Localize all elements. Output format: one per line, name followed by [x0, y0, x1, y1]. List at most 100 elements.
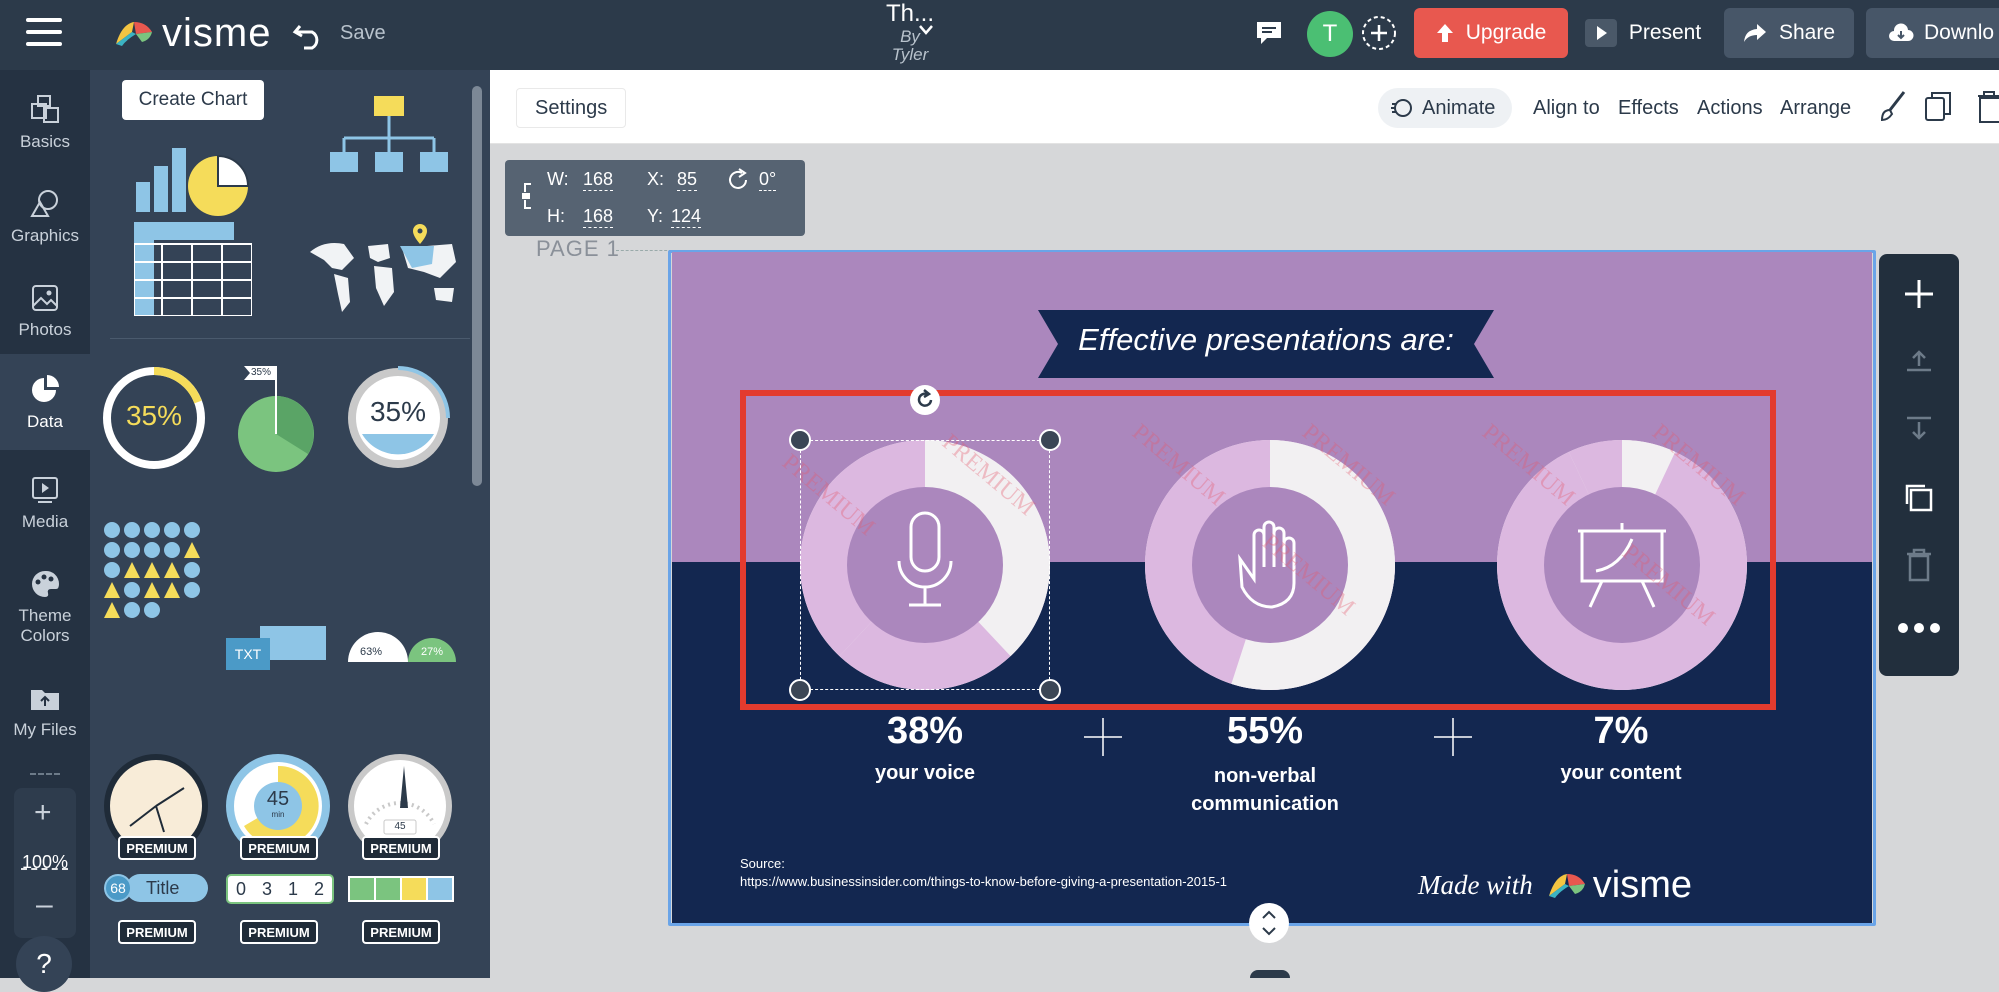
progress-cells-widget[interactable] [348, 876, 454, 902]
table-widget[interactable] [134, 222, 252, 316]
rotate-icon [729, 168, 747, 189]
download-label: Downlo [1924, 21, 1995, 44]
copy-icon[interactable] [1924, 90, 1954, 124]
digit: 2 [313, 878, 324, 899]
undo-icon[interactable] [292, 16, 326, 50]
actions-button[interactable]: Actions [1697, 88, 1763, 128]
menu-icon[interactable] [26, 18, 62, 48]
pictogram-widget[interactable] [104, 522, 208, 630]
visme-logo[interactable]: visme [112, 10, 271, 56]
stat-label-content[interactable]: your content [1496, 762, 1746, 785]
rail-item-graphics[interactable]: Graphics [0, 174, 90, 264]
counter-title-widget[interactable]: Title 68 [104, 874, 210, 902]
data-widgets-panel: Create Chart 35% 35% 35% TXT 63% 27% 45 … [90, 70, 490, 978]
present-label: Present [1628, 21, 1702, 44]
add-slide-icon[interactable] [1901, 276, 1937, 312]
stat-value-voice[interactable]: 38% [800, 710, 1050, 753]
rail-item-data[interactable]: Data [0, 354, 90, 450]
org-chart-widget[interactable] [326, 92, 450, 212]
radial-progress-widget[interactable]: 35% [100, 364, 208, 472]
resize-handle[interactable] [789, 679, 811, 701]
avatar[interactable]: T [1307, 11, 1353, 57]
source-label[interactable]: Source: [740, 856, 785, 871]
panel-scrollbar[interactable] [472, 86, 482, 486]
add-collaborator-icon[interactable] [1360, 14, 1398, 52]
effects-button[interactable]: Effects [1618, 88, 1679, 128]
move-up-icon[interactable] [1903, 348, 1935, 376]
zoom-out-button[interactable]: – [36, 888, 53, 922]
digit-counter-widget[interactable]: 0 3 1 2 [226, 874, 334, 904]
rotate-handle-icon[interactable] [909, 384, 941, 416]
trash-icon[interactable] [1976, 90, 1999, 124]
download-button[interactable]: Downlo [1866, 8, 1999, 58]
slide-resize-icon[interactable] [1248, 902, 1290, 944]
share-icon [1743, 24, 1766, 42]
slide[interactable]: Effective presentations are: PREMIUM PRE… [672, 252, 1872, 923]
semi-circle-widget[interactable]: 63% 27% [346, 630, 458, 664]
top-bar: visme Save Th... By Tyler T Upgrade Pres… [0, 0, 1999, 70]
rail-label-data: Data [27, 412, 63, 431]
align-to-button[interactable]: Align to [1533, 88, 1600, 128]
zoom-level[interactable]: 100% [14, 852, 76, 873]
present-button[interactable]: Present [1580, 8, 1706, 58]
rail-item-media[interactable]: Media [0, 460, 90, 550]
stat-label-nonverbal[interactable]: non-verbal communication [1180, 762, 1350, 818]
premium-badge: PREMIUM [240, 920, 318, 944]
graphics-icon [30, 190, 58, 217]
next-page-indicator[interactable] [1250, 970, 1290, 978]
x-input[interactable]: 85 [677, 169, 698, 191]
made-with-text: Made with [1418, 869, 1533, 900]
zoom-in-button[interactable]: + [34, 796, 52, 830]
y-input[interactable]: 124 [671, 206, 702, 228]
delete-slide-icon[interactable] [1905, 548, 1933, 582]
document-title[interactable]: Th... By Tyler [860, 0, 960, 64]
visme-logo-icon [1548, 874, 1585, 898]
plus-icon [1084, 718, 1122, 756]
settings-button[interactable]: Settings [516, 88, 627, 128]
help-button[interactable]: ? [16, 936, 72, 992]
text-callout-widget[interactable]: TXT [226, 626, 334, 670]
doc-title-text: Th... [885, 0, 934, 27]
rail-item-basics[interactable]: Basics [0, 80, 90, 170]
rail-item-photos[interactable]: Photos [0, 268, 90, 358]
comment-icon[interactable] [1255, 20, 1283, 46]
rail-item-my-files[interactable]: My Files [0, 668, 90, 758]
arrange-button[interactable]: Arrange [1780, 88, 1851, 128]
made-with-visme[interactable]: Made with visme [1418, 860, 1772, 910]
stat-value-content[interactable]: 7% [1496, 710, 1746, 753]
animate-button[interactable]: Animate [1378, 88, 1512, 128]
stat-label-voice[interactable]: your voice [800, 762, 1050, 785]
width-input[interactable]: 168 [583, 169, 614, 191]
lock-ratio-icon[interactable] [521, 182, 537, 210]
premium-badge: PREMIUM [362, 920, 440, 944]
move-down-icon[interactable] [1903, 414, 1935, 442]
zoom-control: + 100% – [14, 788, 76, 938]
resize-handle[interactable] [1039, 429, 1061, 451]
source-url[interactable]: https://www.businessinsider.com/things-t… [740, 874, 1227, 889]
world-map-widget[interactable] [304, 222, 464, 320]
chevron-down-icon[interactable] [918, 24, 934, 36]
height-input[interactable]: 168 [583, 206, 614, 228]
flag-pie-widget[interactable]: 35% [232, 362, 316, 474]
premium-badge: PREMIUM [118, 920, 196, 944]
rail-item-theme-colors[interactable]: Theme Colors [0, 554, 90, 664]
save-button[interactable]: Save [340, 22, 386, 45]
upgrade-button[interactable]: Upgrade [1414, 8, 1568, 58]
share-button[interactable]: Share [1724, 8, 1854, 58]
play-icon [1584, 19, 1617, 47]
fill-circle-value: 35% [369, 396, 427, 427]
resize-handle[interactable] [789, 429, 811, 451]
callout-text: TXT [226, 638, 270, 670]
brush-icon[interactable] [1876, 90, 1908, 126]
slide-toolbar [1879, 254, 1959, 676]
rotation-input[interactable]: 0° [759, 169, 777, 191]
stat-value-nonverbal[interactable]: 55% [1140, 710, 1390, 753]
visme-logo-icon [116, 22, 152, 46]
create-chart-widget[interactable] [130, 126, 254, 220]
fill-circle-widget[interactable]: 35% [344, 364, 452, 472]
upgrade-label: Upgrade [1465, 21, 1547, 44]
more-icon[interactable] [1897, 622, 1941, 634]
duplicate-slide-icon[interactable] [1903, 482, 1935, 514]
resize-handle[interactable] [1039, 679, 1061, 701]
rail-label-photos: Photos [18, 320, 72, 339]
